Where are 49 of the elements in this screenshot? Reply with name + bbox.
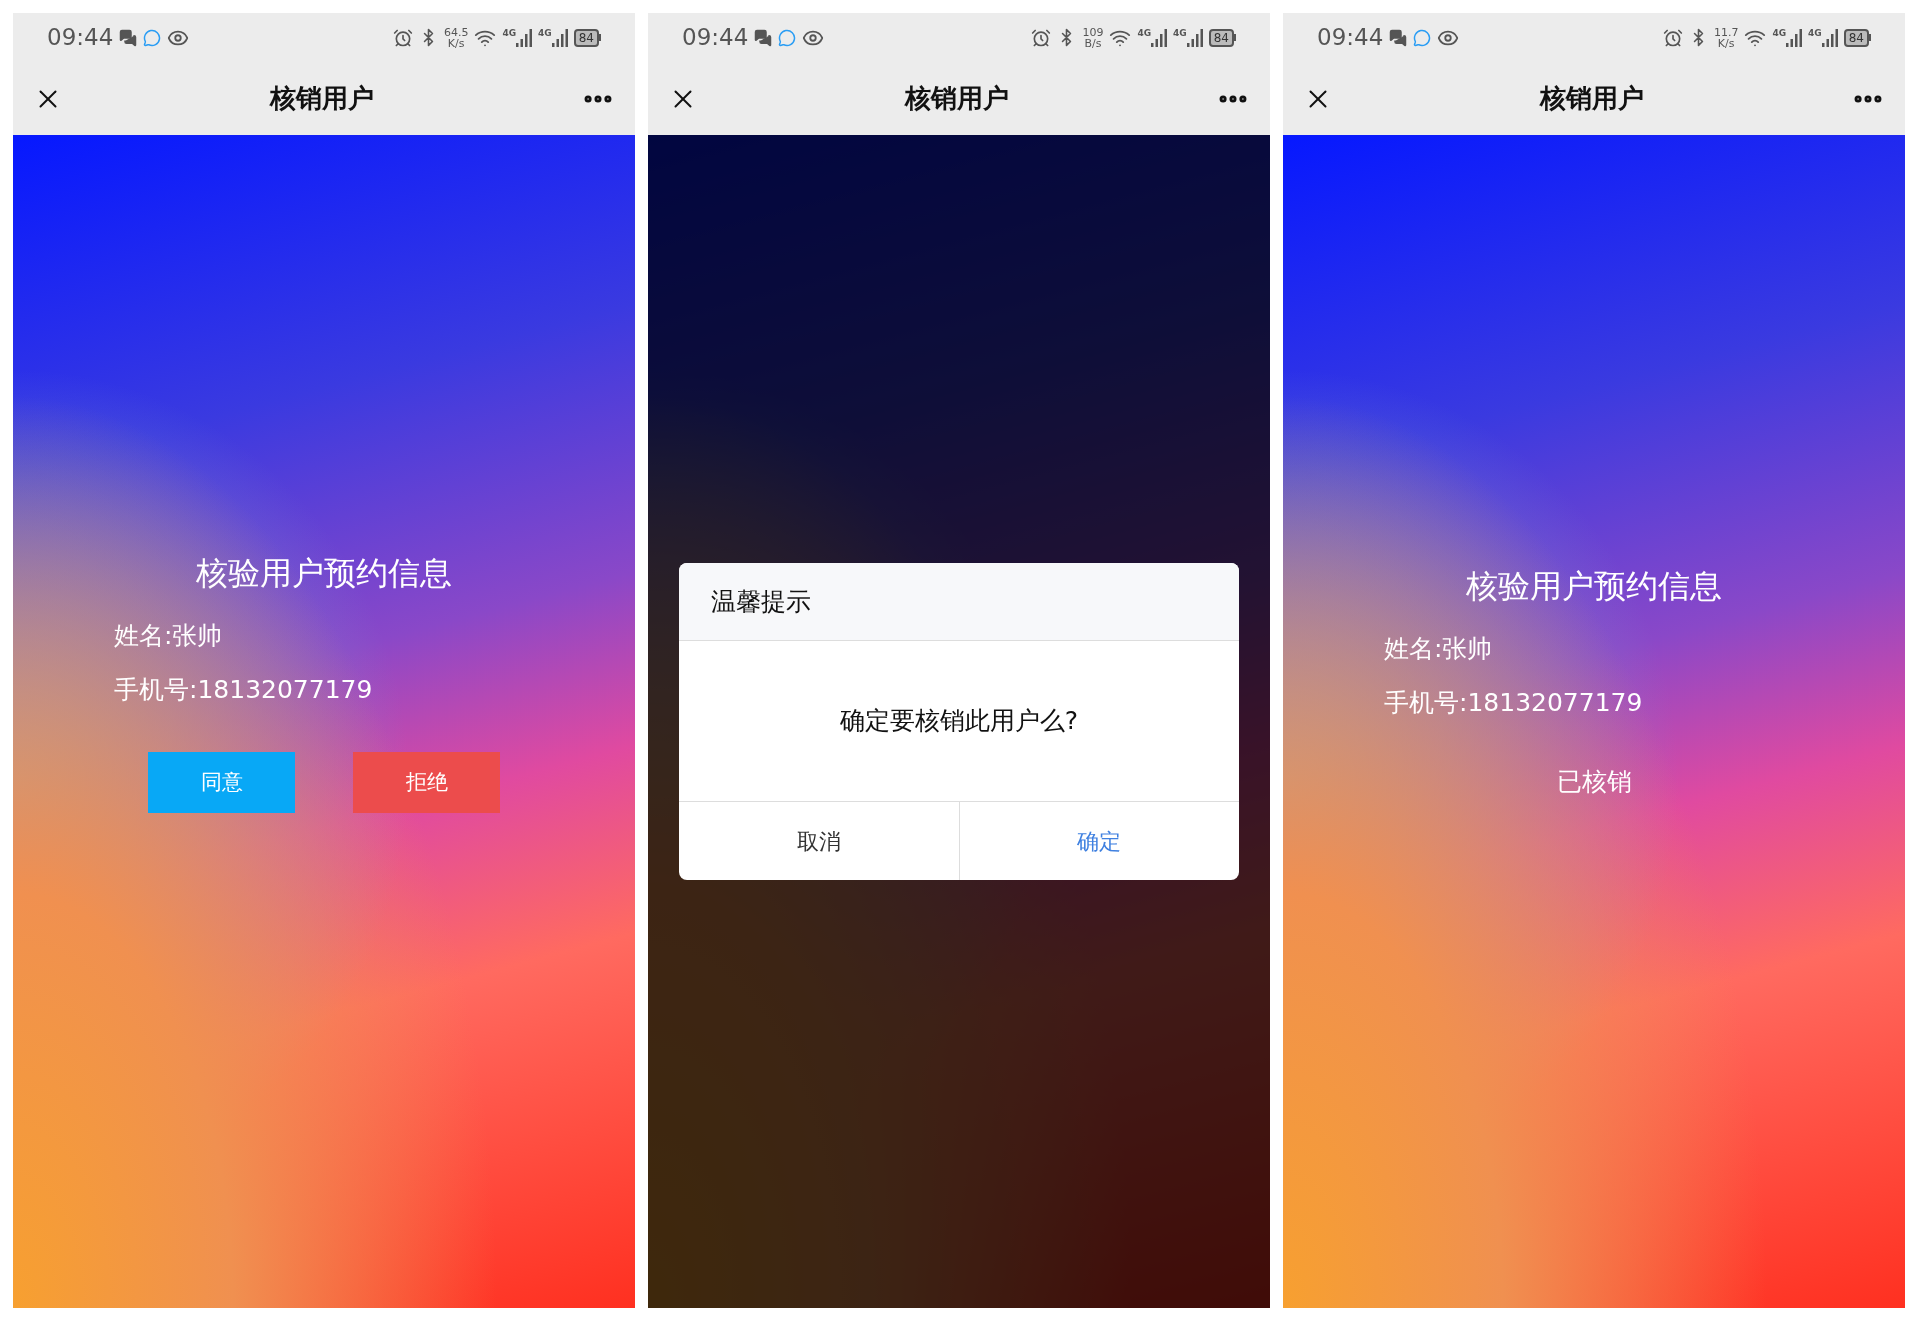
- network-type-label: 4G: [502, 28, 517, 38]
- chat-bubble-icon: [1413, 28, 1432, 47]
- agree-button[interactable]: 同意: [148, 752, 295, 813]
- chat-bubbles-icon: [1389, 28, 1408, 47]
- network-speed-value: 11.7: [1713, 26, 1739, 38]
- chat-bubbles-icon: [754, 28, 773, 47]
- battery-icon: 84: [1208, 28, 1234, 47]
- dialog-title: 温馨提示: [711, 585, 811, 618]
- signal-icon: [516, 28, 533, 47]
- page-title: 核销用户: [905, 82, 1009, 115]
- network-speed-unit: K/s: [1717, 37, 1735, 49]
- network-speed-unit: B/s: [1084, 37, 1102, 49]
- battery-icon: 84: [573, 28, 599, 47]
- network-type-label: 4G: [538, 28, 552, 38]
- signal-icon: [1786, 28, 1803, 47]
- verified-status: 已核销: [1556, 766, 1632, 798]
- signal-icon: [1821, 28, 1838, 47]
- info-heading: 核验用户预约信息: [196, 553, 452, 594]
- status-time: 09:44: [1317, 23, 1384, 53]
- confirm-button[interactable]: 确定: [958, 802, 1239, 880]
- status-time: 09:44: [47, 23, 114, 53]
- network-type-label: 4G: [1173, 28, 1187, 38]
- signal-icon: [551, 28, 568, 47]
- user-name: 姓名:张帅: [114, 620, 224, 652]
- chat-bubbles-icon: [119, 28, 138, 47]
- reject-button[interactable]: 拒绝: [353, 752, 500, 813]
- network-type-label: 4G: [1137, 28, 1152, 38]
- user-phone: 手机号:18132077179: [114, 673, 374, 706]
- signal-icon: [1151, 28, 1168, 47]
- alarm-icon: [1031, 27, 1052, 48]
- status-time: 09:44: [682, 23, 749, 53]
- network-speed-value: 64.5: [443, 26, 469, 38]
- page-title: 核销用户: [1540, 82, 1644, 115]
- chat-bubble-icon: [778, 28, 797, 47]
- info-heading: 核验用户预约信息: [1466, 566, 1722, 607]
- network-type-label: 4G: [1808, 28, 1822, 38]
- chat-bubble-icon: [143, 28, 162, 47]
- signal-icon: [1186, 28, 1203, 47]
- network-type-label: 4G: [1772, 28, 1787, 38]
- alarm-icon: [392, 27, 413, 48]
- dialog-message: 确定要核销此用户么?: [839, 705, 1079, 738]
- network-speed-value: 109: [1082, 26, 1104, 38]
- battery-icon: 84: [1843, 28, 1869, 47]
- cancel-button[interactable]: 取消: [679, 802, 959, 880]
- alarm-icon: [1662, 27, 1683, 48]
- page-title: 核销用户: [270, 82, 374, 115]
- user-phone: 手机号:18132077179: [1384, 686, 1644, 719]
- user-name: 姓名:张帅: [1384, 633, 1494, 665]
- network-speed-unit: K/s: [447, 37, 465, 49]
